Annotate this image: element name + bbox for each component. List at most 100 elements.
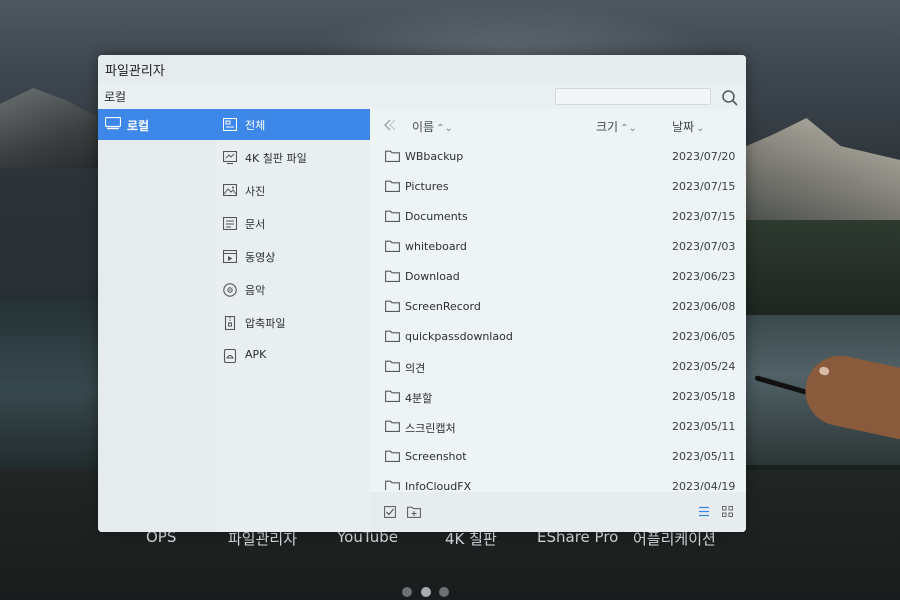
file-name: quickpassdownlaod [405, 330, 513, 343]
category-4k-whiteboard-files[interactable]: 4K 칠판 파일 [215, 142, 370, 173]
wallpaper-forest [740, 220, 900, 315]
category-archives[interactable]: 압축파일 [215, 307, 370, 338]
folder-icon [385, 330, 400, 342]
category-apk[interactable]: APK [215, 340, 370, 371]
bottom-toolbar [370, 492, 746, 532]
fingernail [818, 366, 830, 376]
file-name: Download [405, 270, 460, 283]
app-dock: OPS 파일관리자 YouTube 4K 칠판 EShare Pro 어플리케이… [0, 528, 900, 556]
sort-desc-icon: ⌄ [696, 123, 705, 134]
drive-item-label: 로컬 [127, 119, 150, 133]
column-header-size-label: 크기 [596, 120, 619, 134]
folder-icon [385, 390, 400, 402]
video-icon [223, 250, 237, 263]
column-header-date-label: 날짜 [672, 120, 695, 134]
file-name: whiteboard [405, 240, 467, 253]
page-indicator-3[interactable] [439, 587, 449, 597]
all-files-icon [223, 118, 237, 131]
file-name: 의견 [405, 362, 426, 375]
sort-icon: ⌃⌄ [620, 123, 637, 134]
file-name: InfoCloudFX [405, 480, 472, 490]
file-date: 2023/05/18 [672, 390, 736, 403]
file-row[interactable]: quickpassdownlaod 2023/06/05 [370, 322, 746, 352]
file-name: 스크린캡처 [405, 422, 456, 435]
file-name: Pictures [405, 180, 449, 193]
category-label: 4K 칠판 파일 [245, 152, 307, 165]
monitor-icon [105, 117, 121, 130]
file-row[interactable]: whiteboard 2023/07/03 [370, 232, 746, 262]
file-row[interactable]: 4분할 2023/05/18 [370, 382, 746, 412]
grid-view-icon[interactable] [722, 506, 733, 517]
folder-icon [385, 420, 400, 432]
category-music[interactable]: 음악 [215, 274, 370, 305]
column-header-size[interactable]: 크기 ⌃⌄ [596, 118, 637, 135]
folder-icon [385, 180, 400, 192]
file-date: 2023/05/24 [672, 360, 736, 373]
category-photos[interactable]: 사진 [215, 175, 370, 206]
file-date: 2023/07/15 [672, 180, 736, 193]
file-row[interactable]: Download 2023/06/23 [370, 262, 746, 292]
category-label: 전체 [245, 119, 266, 132]
file-row[interactable]: Screenshot 2023/05/11 [370, 442, 746, 472]
file-row[interactable]: 스크린캡처 2023/05/11 [370, 412, 746, 442]
archive-icon [224, 316, 236, 330]
file-row[interactable]: Documents 2023/07/15 [370, 202, 746, 232]
column-header-date[interactable]: 날짜 ⌄ [672, 118, 704, 135]
wallpaper-mountain-left [0, 88, 110, 168]
folder-icon [385, 480, 400, 490]
file-row[interactable]: 의견 2023/05/24 [370, 352, 746, 382]
drive-list: 로컬 [98, 109, 215, 532]
file-name: WBbackup [405, 150, 464, 163]
category-label: APK [245, 348, 267, 361]
category-label: 압축파일 [245, 317, 286, 330]
file-date: 2023/07/20 [672, 150, 736, 163]
apk-icon [223, 349, 237, 363]
file-date: 2023/06/08 [672, 300, 736, 313]
folder-icon [385, 150, 400, 162]
folder-icon [385, 270, 400, 282]
file-date: 2023/07/15 [672, 210, 736, 223]
search-icon[interactable] [721, 89, 739, 107]
music-icon [223, 283, 237, 297]
wallpaper-lake-left [0, 300, 110, 480]
whiteboard-file-icon [223, 151, 237, 164]
file-date: 2023/05/11 [672, 450, 736, 463]
file-pane: 이름 ⌃⌄ 크기 ⌃⌄ 날짜 ⌄ WBbackup 2023/07/20 Pictur… [370, 109, 746, 532]
window-title: 파일관리자 [105, 64, 165, 79]
file-list-header: 이름 ⌃⌄ 크기 ⌃⌄ 날짜 ⌄ [370, 109, 746, 142]
file-date: 2023/04/19 [672, 480, 736, 490]
category-all[interactable]: 전체 [215, 109, 370, 140]
category-label: 문서 [245, 218, 266, 231]
breadcrumb: 로컬 [104, 90, 127, 104]
file-name: Screenshot [405, 450, 467, 463]
category-documents[interactable]: 문서 [215, 208, 370, 239]
folder-icon [385, 300, 400, 312]
search-input[interactable] [555, 88, 711, 105]
category-videos[interactable]: 동영상 [215, 241, 370, 272]
file-row[interactable]: ScreenRecord 2023/06/08 [370, 292, 746, 322]
list-view-icon[interactable] [698, 506, 710, 517]
back-icon[interactable] [384, 119, 398, 131]
drive-item-local[interactable]: 로컬 [98, 109, 215, 140]
path-bar: 로컬 [98, 83, 746, 109]
new-folder-icon[interactable] [407, 506, 421, 518]
category-label: 동영상 [245, 251, 276, 264]
column-header-name-label: 이름 [412, 120, 435, 134]
category-label: 사진 [245, 185, 266, 198]
sort-icon: ⌃⌄ [436, 123, 453, 134]
file-row[interactable]: Pictures 2023/07/15 [370, 172, 746, 202]
folder-icon [385, 210, 400, 222]
file-name: Documents [405, 210, 468, 223]
column-header-name[interactable]: 이름 ⌃⌄ [412, 118, 453, 135]
page-indicator-2[interactable] [421, 587, 431, 597]
category-list: 전체 4K 칠판 파일 사진 문서 동영상 음악 압축파일 APK [215, 109, 370, 532]
file-manager-window: 파일관리자 로컬 로컬 전체 4K 칠판 파일 사진 문서 동영상 음악 압축파… [98, 55, 746, 532]
category-label: 음악 [245, 284, 266, 297]
file-row[interactable]: WBbackup 2023/07/20 [370, 142, 746, 172]
checkbox-icon[interactable] [384, 506, 396, 518]
file-row[interactable]: InfoCloudFX 2023/04/19 [370, 472, 746, 490]
file-list: WBbackup 2023/07/20 Pictures 2023/07/15 … [370, 142, 746, 490]
folder-icon [385, 240, 400, 252]
title-bar: 파일관리자 [98, 55, 746, 83]
page-indicator-1[interactable] [402, 587, 412, 597]
